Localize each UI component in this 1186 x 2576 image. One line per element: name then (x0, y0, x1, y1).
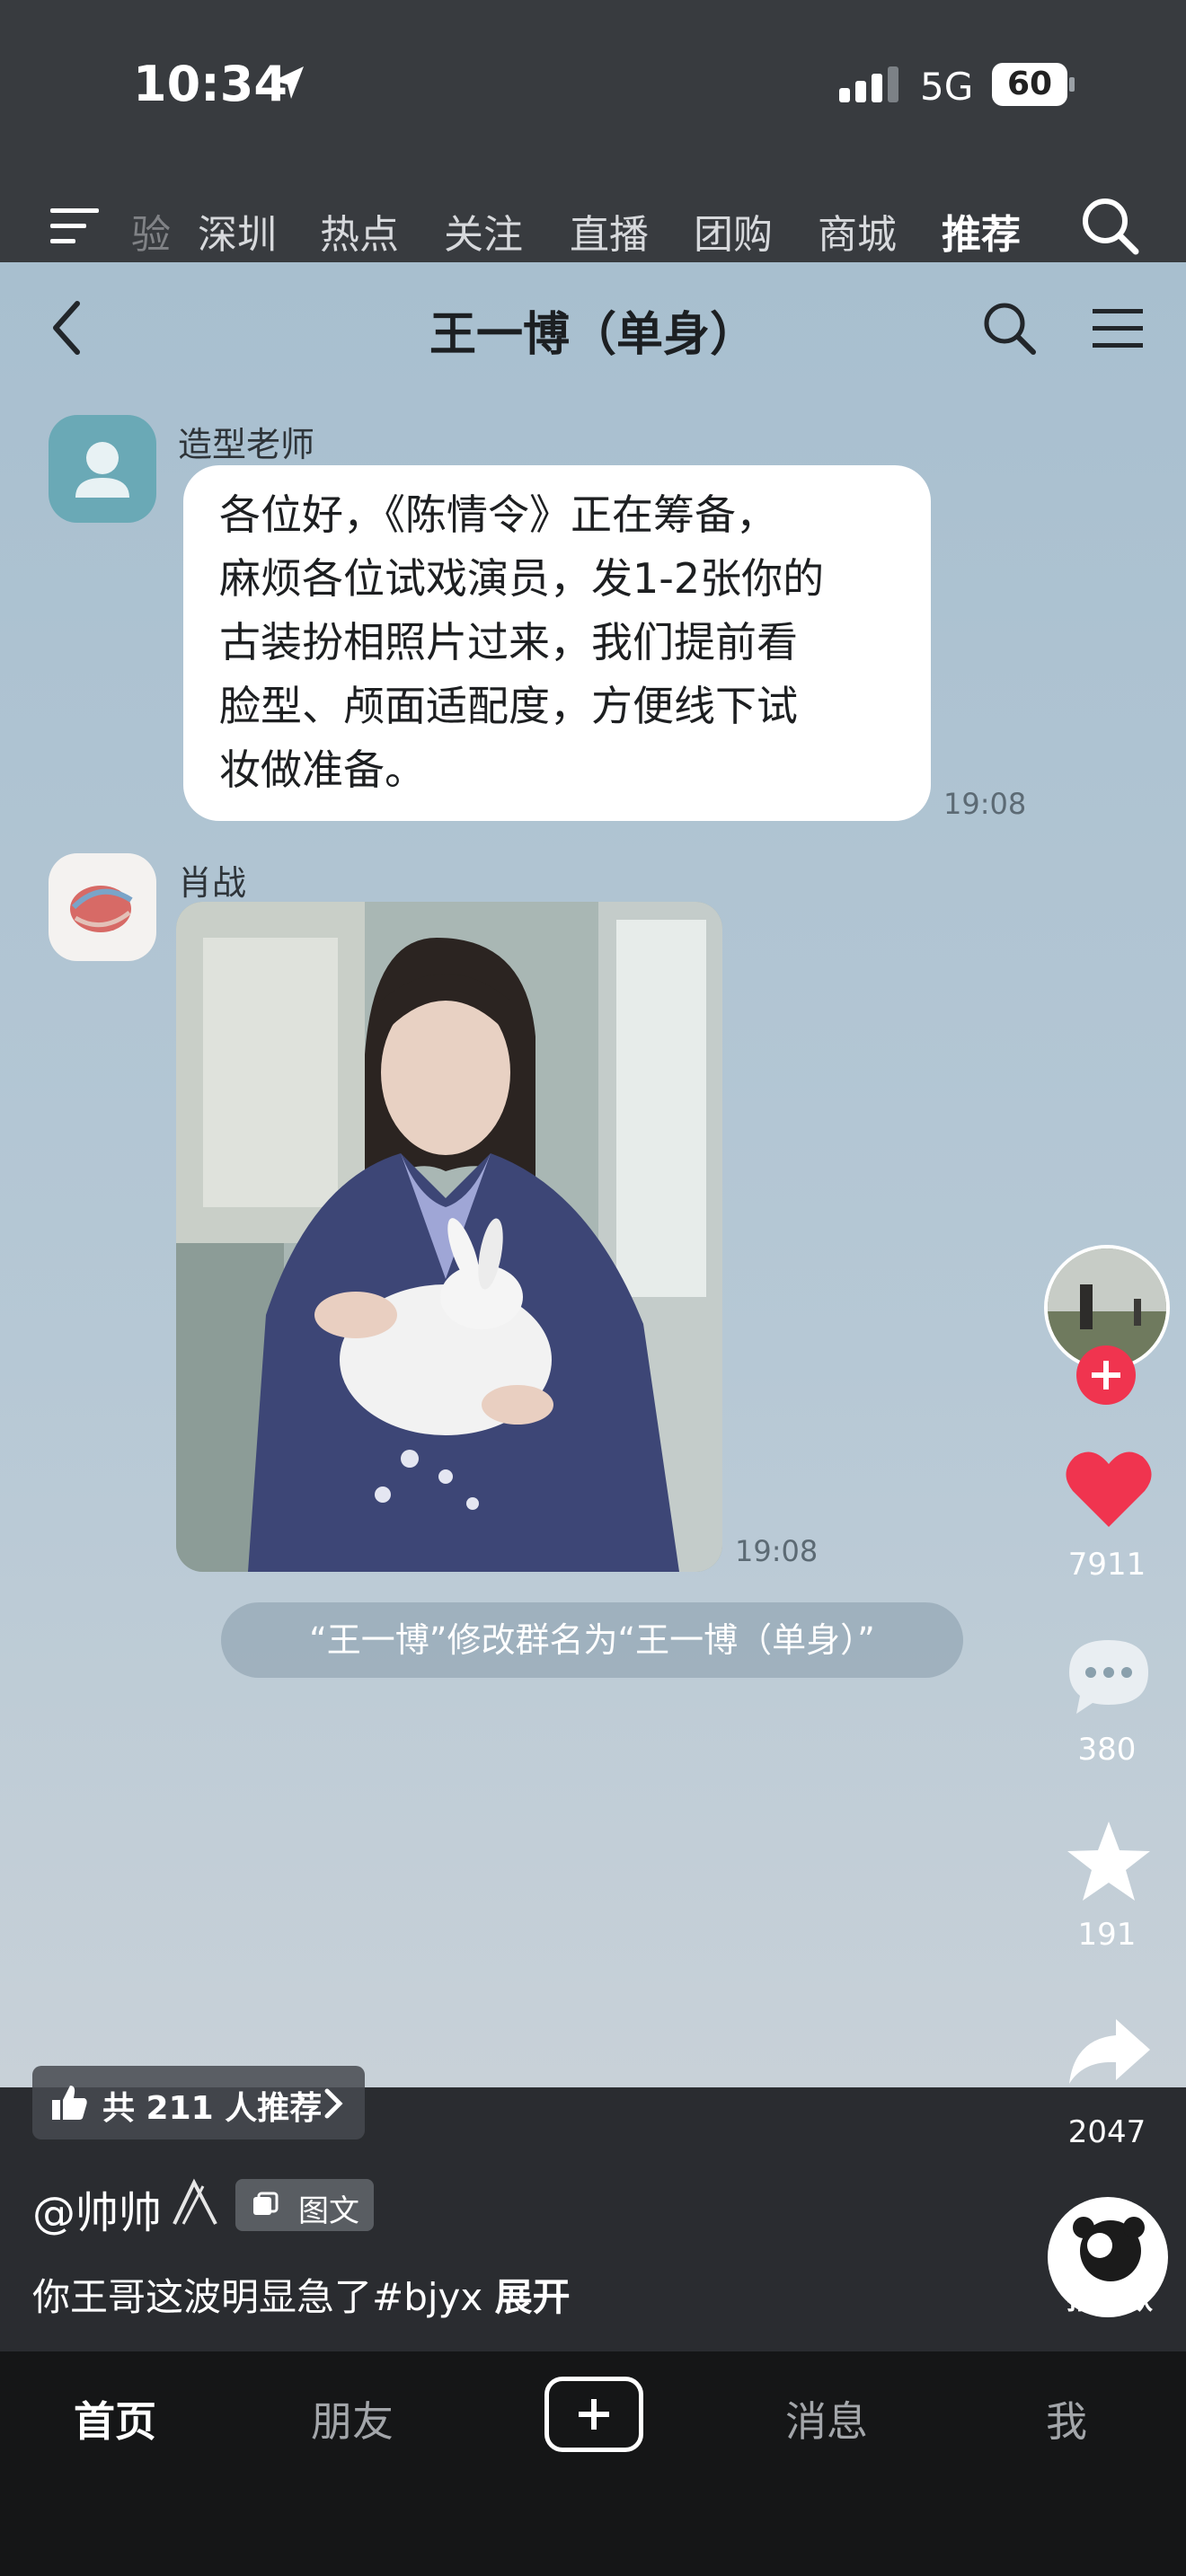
tab-follow[interactable]: 关注 (444, 202, 523, 260)
message-line: 脸型、颅面适配度，方便线下试 (219, 682, 798, 730)
message-bubble: 各位好，《陈情令》正在筹备， 麻烦各位试戏演员，发1-2张你的 古装扮相照片过来… (183, 465, 931, 821)
message-photo (176, 902, 722, 1572)
comment-icon[interactable] (1064, 1635, 1154, 1717)
person-icon (75, 442, 129, 498)
plus-icon (1092, 1361, 1120, 1389)
image-text-icon (253, 2192, 279, 2215)
sender-name: 肖战 (178, 863, 247, 903)
tab-mall[interactable]: 商城 (818, 202, 897, 260)
costume-photo (176, 902, 722, 1572)
tab-shenzhen[interactable]: 深圳 (198, 202, 277, 260)
favorite-count: 191 (1077, 1917, 1137, 1953)
share-count: 2047 (1067, 2114, 1146, 2150)
like-heart-icon[interactable] (1064, 1448, 1154, 1531)
message-line: 麻烦各位试戏演员，发1-2张你的 (219, 554, 825, 603)
message-line: 各位好，《陈情令》正在筹备， (219, 490, 777, 539)
menu-lines-icon[interactable] (47, 203, 102, 250)
sender-name: 造型老师 (178, 425, 315, 464)
chevron-right-icon (324, 2088, 343, 2119)
chat-search-icon (984, 303, 1036, 355)
battery-tip (1069, 77, 1075, 92)
follow-button[interactable] (1076, 1345, 1136, 1405)
tab-live[interactable]: 直播 (570, 202, 649, 260)
caption: 你王哥这波明显急了#bjyx 展开 (32, 2267, 571, 2322)
avatar (49, 853, 156, 961)
battery-icon: 60 (992, 63, 1067, 106)
network-type: 5G (920, 65, 974, 109)
add-icon (579, 2399, 609, 2430)
same-style-label: 拍同款 (1066, 2281, 1153, 2316)
tab-home[interactable]: 首页 (74, 2389, 156, 2448)
system-note: “王一博”修改群名为“王一博（单身）” (221, 1602, 963, 1678)
tab-messages[interactable]: 消息 (785, 2389, 868, 2448)
signal-icon (839, 66, 904, 102)
tab-hot[interactable]: 热点 (320, 202, 399, 260)
message-time: 19:08 (943, 787, 1027, 821)
message-line: 妆做准备。 (219, 745, 426, 794)
favorite-star-icon[interactable] (1064, 1818, 1154, 1904)
share-arrow-icon[interactable] (1066, 2016, 1154, 2087)
sparkle-logo-icon (173, 2178, 217, 2225)
tab-group-buy[interactable]: 团购 (694, 202, 773, 260)
expand-link[interactable]: 展开 (495, 2275, 571, 2319)
tab-friends[interactable]: 朋友 (311, 2389, 394, 2448)
recommend-count: 共 211 人推荐 (102, 2090, 323, 2127)
avatar (49, 415, 156, 523)
avatar-illustration (70, 886, 133, 932)
thumbs-up-icon (52, 2086, 87, 2120)
create-button[interactable] (544, 2377, 643, 2452)
location-arrow-icon (273, 66, 304, 99)
tab-me[interactable]: 我 (1046, 2389, 1087, 2448)
comment-count: 380 (1077, 1732, 1137, 1768)
author-name[interactable]: @帅帅 (32, 2177, 162, 2240)
tab-recommend[interactable]: 推荐 (942, 202, 1021, 260)
caption-text: 你王哥这波明显急了#bjyx (32, 2275, 483, 2319)
search-icon[interactable] (1078, 194, 1141, 257)
chat-menu-icon (1093, 309, 1143, 348)
status-time: 10:34 (133, 56, 288, 112)
content-type-label: 图文 (298, 2193, 359, 2229)
message-line: 古装扮相照片过来，我们提前看 (219, 618, 798, 666)
tab-partial[interactable]: 验 (131, 202, 171, 260)
like-count: 7911 (1067, 1547, 1146, 1583)
message-time: 19:08 (735, 1534, 819, 1568)
